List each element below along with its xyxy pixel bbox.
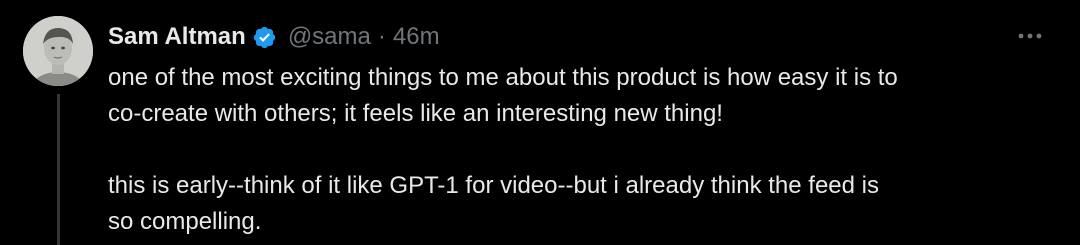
tweet-text: one of the most exciting things to me ab… [108,60,1058,240]
avatar-photo [23,16,93,86]
tweet-text-line: so compelling. [108,208,262,235]
tweet-text-line: one of the most exciting things to me ab… [108,64,898,91]
thread-line [57,94,60,245]
header-separator: · [377,23,386,50]
author-name[interactable]: Sam Altman [108,23,246,51]
tweet[interactable]: Sam Altman @sama · 46m one of the most e… [0,0,1080,245]
author-handle[interactable]: @sama [288,23,371,51]
avatar[interactable] [23,16,93,86]
tweet-text-line: co-create with others; it feels like an … [108,100,723,127]
verified-badge-icon [253,26,275,48]
tweet-timestamp[interactable]: 46m [393,23,440,51]
tweet-header: Sam Altman @sama · 46m [108,20,440,54]
more-horizontal-icon[interactable] [1015,26,1045,46]
tweet-text-line: this is early--think of it like GPT-1 fo… [108,172,879,199]
